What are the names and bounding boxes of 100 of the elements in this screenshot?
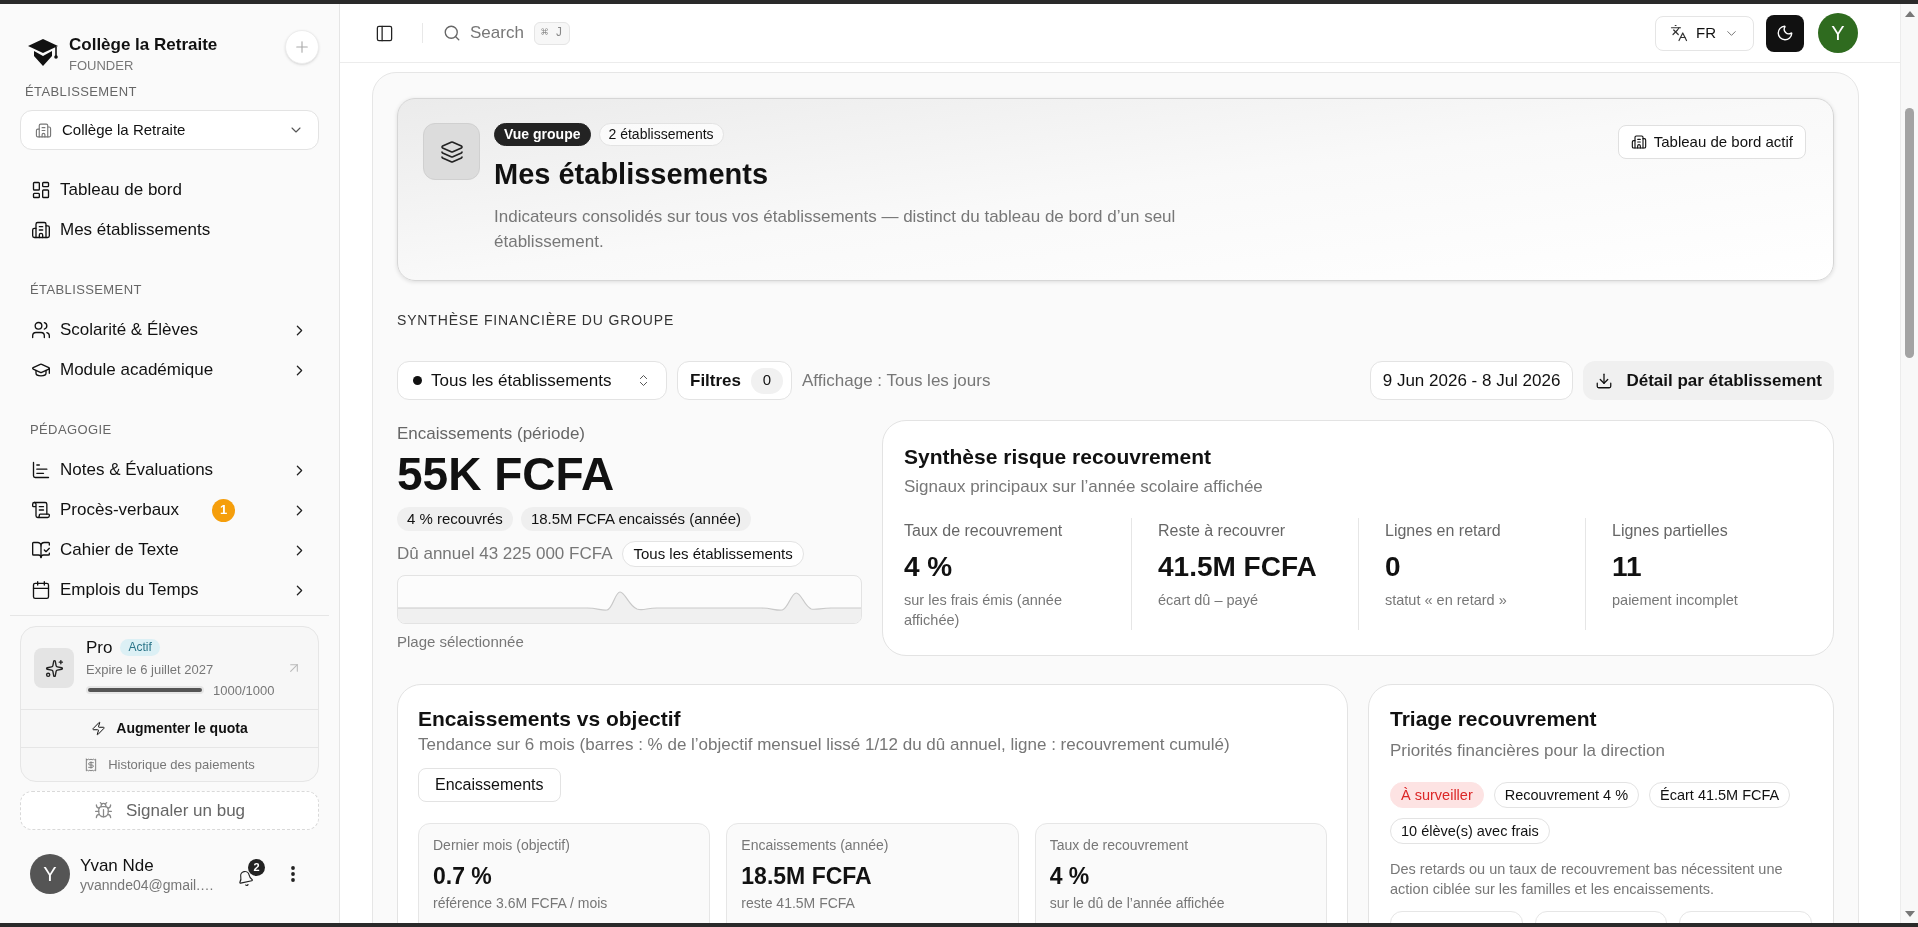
stat-label: Dernier mois (objectif) [433,836,571,854]
notifications-button[interactable]: 2 [235,859,265,889]
triage-note: Des retards ou un taux de recouvrement bas nécessitent une action ciblée sur les familles et les encaissements. [1390,860,1784,899]
nav-item[interactable]: Module académique [20,350,319,390]
metric-note: statut « en retard » [1385,591,1508,610]
page-title: Mes établissements [494,157,769,192]
dark-mode-button[interactable] [1766,14,1804,52]
active-dashboard-button[interactable]: Tableau de bord actif [1617,125,1806,159]
user-avatar[interactable]: Y [30,854,70,894]
search-button[interactable]: Search ⌘ J [443,17,570,49]
card-title: Triage recouvrement [1390,706,1598,732]
card-title: Encaissements vs objectif [418,706,682,732]
scroll-icon [31,500,51,520]
stat-value: 18.5M FCFA [741,862,873,890]
graduation-cap-logo-icon [27,36,59,68]
dashboard-icon [31,180,51,200]
status-tag: Recouvrement 4 % [1493,782,1640,808]
stat-value: 4 % [1049,862,1091,890]
org-name: Collège la Retraite [69,34,218,56]
nav-item[interactable]: Procès-verbaux 1 [20,490,319,530]
upgrade-quota-button[interactable]: Augmenter le quota [21,709,318,747]
date-range-picker[interactable]: 9 Jun 2026 - 8 Jul 2026 [1369,361,1574,400]
count-badge: 1 [212,498,236,522]
building-icon [31,220,51,240]
moon-icon [1776,24,1794,42]
scroll-down-icon[interactable] [1904,911,1915,917]
report-bug-button[interactable]: Signaler un bug [20,791,319,830]
language-select[interactable]: FR [1655,15,1754,51]
scroll-up-icon[interactable] [1904,11,1915,17]
page-description: Indicateurs consolidés sur tous vos établissements — distinct du tableau de bord d’un seul établissement. [494,206,1177,253]
stat-label: Encaissements (année) [741,836,890,854]
tag: Vue groupe [494,123,591,146]
tag: 2 établissements [598,123,724,146]
establishment-select[interactable]: Collège la Retraite [20,110,319,150]
section-heading: SYNTHÈSE FINANCIÈRE DU GROUPE [397,311,676,329]
user-email: yvannde04@gmail.… [80,875,215,894]
nav-item[interactable]: Scolarité & Élèves [20,310,319,350]
metric-label: Reste à recouvrer [1158,521,1287,541]
export-button[interactable]: Détail par établissement [1583,361,1834,400]
scrollbar-thumb[interactable] [1905,108,1914,358]
nav-item[interactable]: Tableau de bord [20,170,319,210]
plan-expiry: Expire le 6 juillet 2027 [86,660,215,678]
building-icon [35,121,52,139]
filters-button[interactable]: Filtres 0 [677,361,793,400]
nav-item[interactable]: Emplois du Temps [20,570,319,610]
stat-note: référence 3.6M FCFA / mois [433,894,609,912]
range-caption: Plage sélectionnée [397,633,525,651]
plus-icon [293,38,311,56]
stat-label: Taux de recouvrement [1049,836,1190,854]
bar-chart-icon [31,460,51,480]
calendar-icon [31,580,51,600]
org-role: FOUNDER [69,58,135,74]
status-tag: À surveiller [1390,782,1484,808]
metric-note: paiement incomplet [1612,591,1739,610]
payment-history-button[interactable]: Historique des paiements [21,747,318,781]
annual-due-label: Dû annuel 43 225 000 FCFA [397,543,613,566]
status-tag: 10 élève(s) avec frais [1390,818,1550,844]
establishment-filter-select[interactable]: Tous les établissements [397,361,667,400]
sidebar-icon [374,23,394,43]
section-label: PÉDAGOGIE [29,422,113,438]
nav-item[interactable]: Mes établissements [20,210,319,250]
section-label: ÉTABLISSEMENT [29,282,143,298]
section-label: ÉTABLISSEMENT [24,84,138,100]
card-subtitle: Priorités financières pour la direction [1390,740,1666,762]
lightning-icon [91,721,107,736]
metric-note: écart dû – payé [1158,591,1259,610]
display-mode-label: Affichage : Tous les jours [802,369,991,392]
stat-note: sur le dû de l’année affichée [1049,894,1226,912]
user-avatar[interactable]: Y [1818,13,1858,53]
nav-item[interactable]: Cahier de Texte [20,530,319,570]
bug-icon [93,801,113,820]
metric-note: sur les frais émis (année affichée) [904,591,1063,630]
status-tag: Écart 41.5M FCFA [1649,782,1791,808]
metric-value: 11 [1612,550,1643,584]
translate-icon [1670,24,1688,42]
stat-value: 0.7 % [433,862,493,890]
scope-pill: Tous les établissements [622,541,804,567]
metric-value: 41.5M FCFA [1158,550,1318,584]
scrollbar[interactable] [1900,4,1918,923]
keyboard-shortcut: ⌘ J [533,21,570,45]
card-title: Synthèse risque recouvrement [904,444,1212,470]
notification-count-badge: 2 [248,859,265,876]
kpi-label: Encaissements (période) [397,423,587,445]
users-icon [31,320,51,340]
metric-label: Taux de recouvrement [904,521,1064,541]
sparkles-icon [34,648,74,688]
collections-toggle-button[interactable]: Encaissements [418,768,561,802]
more-vertical-icon [291,866,295,882]
metric-label: Lignes partielles [1612,521,1729,541]
plan-name: Pro [86,637,113,658]
stat-note: reste 41.5M FCFA [741,894,856,912]
layers-icon [423,123,480,180]
download-icon [1595,371,1614,390]
stat-pill: 4 % recouvrés [397,507,513,531]
filter-count: 0 [751,367,784,394]
nav-item[interactable]: Notes & Évaluations [20,450,319,490]
metric-value: 4 % [904,550,954,584]
book-check-icon [31,540,51,560]
metric-value: 0 [1385,550,1402,584]
stat-pill: 18.5M FCFA encaissés (année) [520,507,751,531]
